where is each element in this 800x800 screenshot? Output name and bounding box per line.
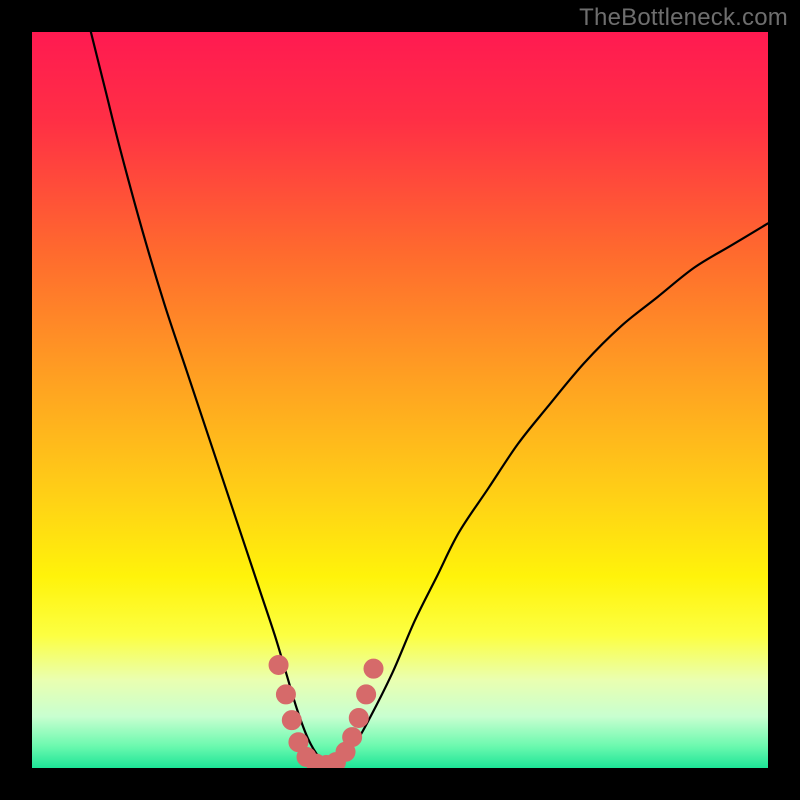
watermark-text: TheBottleneck.com [579,4,788,32]
outer-frame: TheBottleneck.com [0,0,800,800]
marker-point [343,728,362,747]
plot-area [32,32,768,768]
marker-point [282,711,301,730]
chart-svg [32,32,768,768]
marker-point [276,685,295,704]
marker-point [364,659,383,678]
marker-point [269,655,288,674]
marker-point [349,708,368,727]
marker-point [357,685,376,704]
